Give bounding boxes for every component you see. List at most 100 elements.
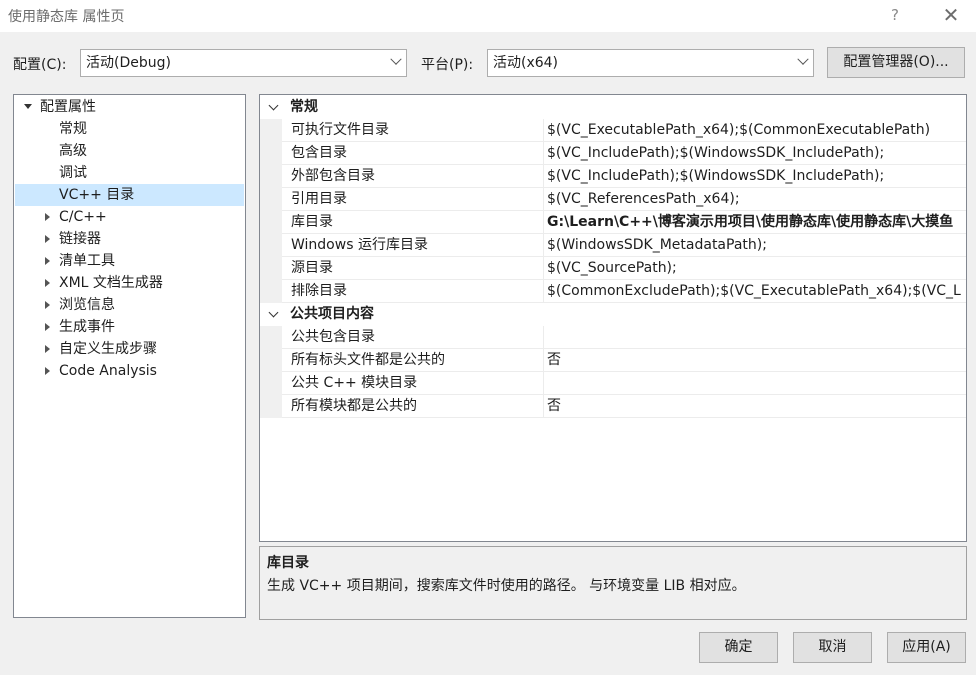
expanded-icon [24, 104, 32, 109]
property-value[interactable]: $(VC_SourcePath); [544, 257, 966, 280]
window-title: 使用静态库 属性页 [8, 9, 125, 25]
property-value[interactable]: $(VC_ExecutablePath_x64);$(CommonExecuta… [544, 119, 966, 142]
property-value[interactable]: $(VC_IncludePath);$(WindowsSDK_IncludePa… [544, 142, 966, 165]
property-value[interactable]: 否 [544, 395, 966, 418]
config-label: 配置(C): [13, 57, 67, 73]
tree-item[interactable]: 自定义生成步骤 [15, 338, 244, 360]
tree-item[interactable]: 浏览信息 [15, 294, 244, 316]
property-value[interactable]: $(VC_IncludePath);$(WindowsSDK_IncludePa… [544, 165, 966, 188]
expand-icon[interactable] [45, 235, 50, 243]
chevron-down-icon [390, 53, 402, 65]
expand-icon[interactable] [45, 367, 50, 375]
tree-item-label: 高级 [59, 143, 87, 159]
cancel-button[interactable]: 取消 [793, 632, 872, 663]
property-row[interactable]: Windows 运行库目录 $(WindowsSDK_MetadataPath); [260, 234, 966, 257]
row-gutter [260, 165, 282, 188]
description-title: 库目录 [267, 555, 309, 571]
tree-item-label: VC++ 目录 [59, 187, 135, 203]
property-row[interactable]: 公共包含目录 [260, 326, 966, 349]
tree-item-label: Code Analysis [59, 363, 157, 379]
property-row[interactable]: 库目录 G:\Learn\C++\博客演示用项目\使用静态库\使用静态库\大摸鱼 [260, 211, 966, 234]
config-combo-value: 活动(Debug) [86, 55, 171, 71]
row-gutter [260, 142, 282, 165]
description-text: 生成 VC++ 项目期间，搜索库文件时使用的路径。 与环境变量 LIB 相对应。 [267, 578, 746, 594]
tree-item-label: XML 文档生成器 [59, 275, 163, 291]
property-name: 公共包含目录 [282, 326, 544, 349]
property-name: Windows 运行库目录 [282, 234, 544, 257]
property-row[interactable]: 所有标头文件都是公共的否 [260, 349, 966, 372]
expand-icon[interactable] [45, 323, 50, 331]
property-value[interactable] [544, 326, 966, 349]
tree-item[interactable]: 清单工具 [15, 250, 244, 272]
tree-item[interactable]: XML 文档生成器 [15, 272, 244, 294]
close-icon[interactable]: ✕ [938, 4, 964, 26]
property-name: 排除目录 [282, 280, 544, 303]
row-gutter [260, 280, 282, 303]
property-row[interactable]: 引用目录 $(VC_ReferencesPath_x64); [260, 188, 966, 211]
config-combo[interactable]: 活动(Debug) [80, 49, 407, 77]
config-manager-button[interactable]: 配置管理器(O)... [827, 47, 965, 78]
property-row[interactable]: 所有模块都是公共的否 [260, 395, 966, 418]
tree-root-label: 配置属性 [40, 99, 96, 115]
title-bar: 使用静态库 属性页 ? ✕ [0, 0, 976, 32]
row-gutter [260, 349, 282, 372]
property-name: 源目录 [282, 257, 544, 280]
property-value[interactable] [544, 372, 966, 395]
platform-combo-value: 活动(x64) [493, 55, 559, 71]
property-name: 所有标头文件都是公共的 [282, 349, 544, 372]
property-row[interactable]: 源目录 $(VC_SourcePath); [260, 257, 966, 280]
row-gutter [260, 372, 282, 395]
property-name: 库目录 [282, 211, 544, 234]
description-pane: 库目录 生成 VC++ 项目期间，搜索库文件时使用的路径。 与环境变量 LIB … [259, 546, 967, 620]
property-value[interactable]: G:\Learn\C++\博客演示用项目\使用静态库\使用静态库\大摸鱼 [544, 211, 966, 234]
property-row[interactable]: 外部包含目录 $(VC_IncludePath);$(WindowsSDK_Inc… [260, 165, 966, 188]
tree-item[interactable]: Code Analysis [15, 360, 244, 382]
property-name: 引用目录 [282, 188, 544, 211]
property-tree: 配置属性 常规高级调试 VC++ 目录 C/C++ 链接器清单工具 XML 文档生成器浏… [13, 94, 246, 618]
tree-item[interactable]: VC++ 目录 [15, 184, 244, 206]
tree-item-label: 生成事件 [59, 319, 115, 335]
tree-item[interactable]: C/C++ [15, 206, 244, 228]
tree-item-label: C/C++ [59, 209, 107, 225]
expand-icon[interactable] [45, 279, 50, 287]
row-gutter [260, 211, 282, 234]
ok-button[interactable]: 确定 [699, 632, 778, 663]
tree-item-label: 链接器 [59, 231, 101, 247]
row-gutter [260, 234, 282, 257]
property-name: 外部包含目录 [282, 165, 544, 188]
property-value[interactable]: 否 [544, 349, 966, 372]
property-row[interactable]: 排除目录 $(CommonExcludePath);$(VC_Executable… [260, 280, 966, 303]
chevron-down-icon[interactable] [268, 307, 279, 318]
platform-combo[interactable]: 活动(x64) [487, 49, 814, 77]
row-gutter [260, 395, 282, 418]
property-value[interactable]: $(WindowsSDK_MetadataPath); [544, 234, 966, 257]
tree-item[interactable]: 链接器 [15, 228, 244, 250]
tree-item[interactable]: 高级 [15, 140, 244, 162]
category-row[interactable]: 常规 [260, 96, 966, 119]
tree-item[interactable]: 生成事件 [15, 316, 244, 338]
property-value[interactable]: $(CommonExcludePath);$(VC_ExecutablePath… [544, 280, 966, 303]
property-row[interactable]: 可执行文件目录 $(VC_ExecutablePath_x64);$(Common… [260, 119, 966, 142]
help-icon[interactable]: ? [884, 4, 906, 26]
property-name: 公共 C++ 模块目录 [282, 372, 544, 395]
row-gutter [260, 119, 282, 142]
tree-root[interactable]: 配置属性 [15, 96, 244, 118]
expand-icon[interactable] [45, 301, 50, 309]
row-gutter [260, 257, 282, 280]
apply-button[interactable]: 应用(A) [887, 632, 966, 663]
tree-item-label: 常规 [59, 121, 87, 137]
expand-icon[interactable] [45, 213, 50, 221]
property-row[interactable]: 包含目录 $(VC_IncludePath);$(WindowsSDK_Inclu… [260, 142, 966, 165]
property-row[interactable]: 公共 C++ 模块目录 [260, 372, 966, 395]
row-gutter [260, 326, 282, 349]
category-label: 常规 [290, 99, 318, 115]
chevron-down-icon[interactable] [268, 100, 279, 111]
property-name: 可执行文件目录 [282, 119, 544, 142]
expand-icon[interactable] [45, 345, 50, 353]
tree-item[interactable]: 调试 [15, 162, 244, 184]
property-value[interactable]: $(VC_ReferencesPath_x64); [544, 188, 966, 211]
expand-icon[interactable] [45, 257, 50, 265]
tree-item-label: 清单工具 [59, 253, 115, 269]
category-row[interactable]: 公共项目内容 [260, 303, 966, 326]
tree-item[interactable]: 常规 [15, 118, 244, 140]
